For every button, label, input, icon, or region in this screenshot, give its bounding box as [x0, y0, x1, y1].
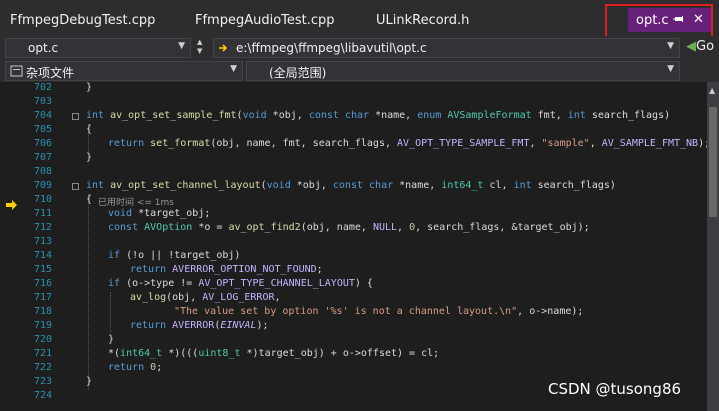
line-number: 716 — [33, 278, 52, 289]
chevron-down-icon: ▼ — [667, 64, 674, 74]
scope-combo[interactable]: (全局范围) ▼ — [246, 61, 680, 81]
line-number: 712 — [33, 222, 52, 233]
file-combo-value: opt.c — [28, 41, 59, 55]
watermark: CSDN @tusong86 — [548, 380, 682, 398]
line-number: 702 — [33, 82, 52, 93]
go-button[interactable]: ◀Go — [686, 39, 714, 54]
chevron-down-icon: ▼ — [178, 41, 185, 51]
line-number: 705 — [33, 124, 52, 135]
code-line: } — [86, 152, 93, 163]
scroll-up-icon[interactable]: ▲ — [709, 86, 715, 95]
line-number: 708 — [33, 166, 52, 177]
tab-ffmpegaudiotest[interactable]: FfmpegAudioTest.cpp — [195, 13, 335, 28]
code-line: { — [86, 124, 93, 135]
line-number: 721 — [33, 348, 52, 359]
line-number: 703 — [33, 96, 52, 107]
chevron-down-icon: ▼ — [667, 41, 674, 51]
vertical-scrollbar[interactable]: ▲ — [707, 82, 719, 411]
code-line: void *target_obj; — [108, 208, 211, 219]
line-number: 714 — [33, 250, 52, 261]
scope-combo-value: (全局范围) — [269, 66, 327, 80]
line-number: 720 — [33, 334, 52, 345]
perf-tip: 已用时间 <= 1ms — [98, 198, 174, 208]
project-combo-value: 杂项文件 — [26, 66, 75, 80]
scrollbar-thumb[interactable] — [709, 107, 717, 217]
code-line: if (!o || !target_obj) — [108, 250, 241, 261]
code-line: } — [108, 334, 115, 345]
code-line: av_log(obj, AV_LOG_ERROR, — [130, 292, 281, 303]
project-combo[interactable]: 杂项文件 ▼ — [5, 61, 243, 81]
code-line: *(int64_t *)(((uint8_t *)target_obj) + o… — [108, 348, 440, 359]
line-number: 717 — [33, 292, 52, 303]
tab-ffmpegdebugtest[interactable]: FfmpegDebugTest.cpp — [10, 13, 155, 28]
code-editor[interactable]: 702 703 704 705 706 707 708 709 710 711 … — [0, 82, 711, 411]
line-number: 707 — [33, 152, 52, 163]
code-line: int av_opt_set_channel_layout(void *obj,… — [86, 180, 616, 191]
line-number: 709 — [33, 180, 52, 191]
chevron-down-icon: ▼ — [230, 64, 237, 74]
code-line: { — [86, 194, 93, 205]
navigation-bar: opt.c ▼ ▲ ▼ e:\ffmpeg\ffmpeg\libavutil\o… — [0, 36, 719, 61]
indent-guide — [110, 292, 111, 332]
line-number: 713 — [33, 236, 52, 247]
line-number: 718 — [33, 306, 52, 317]
code-line: } — [86, 82, 93, 93]
fold-toggle[interactable] — [72, 113, 79, 120]
file-combo[interactable]: opt.c ▼ — [5, 38, 191, 58]
code-line: return set_format(obj, name, fmt, search… — [108, 138, 711, 149]
fold-toggle[interactable] — [72, 183, 79, 190]
current-statement-arrow-icon — [6, 195, 18, 214]
line-number-margin: 702 703 704 705 706 707 708 709 710 711 … — [0, 82, 58, 411]
code-line: return 0; — [108, 362, 163, 373]
line-number: 719 — [33, 320, 52, 331]
code-line: return AVERROR_OPTION_NOT_FOUND; — [130, 264, 323, 275]
line-number: 722 — [33, 362, 52, 373]
chevron-up-icon: ▲ — [197, 38, 203, 46]
line-number: 724 — [33, 390, 52, 401]
code-line: "The value set by option '%s' is not a c… — [174, 306, 584, 317]
tab-ulinkrecord[interactable]: ULinkRecord.h — [376, 13, 469, 28]
path-combo-value: e:\ffmpeg\ffmpeg\libavutil\opt.c — [236, 41, 427, 55]
updown-control[interactable]: ▲ ▼ — [194, 38, 210, 58]
path-combo[interactable]: e:\ffmpeg\ffmpeg\libavutil\opt.c ▼ — [213, 38, 680, 58]
line-number: 704 — [33, 110, 52, 121]
line-number: 723 — [33, 376, 52, 387]
code-line: if (o->type != AV_OPT_TYPE_CHANNEL_LAYOU… — [108, 278, 373, 289]
chevron-down-icon: ▼ — [197, 47, 203, 55]
indent-guide — [88, 194, 89, 390]
scope-bar: 杂项文件 ▼ (全局范围) ▼ — [0, 60, 719, 82]
misc-files-icon — [10, 64, 24, 78]
code-line: const AVOption *o = av_opt_find2(obj, na… — [108, 222, 590, 233]
line-number: 706 — [33, 138, 52, 149]
line-number: 715 — [33, 264, 52, 275]
path-nav-icon — [218, 41, 232, 55]
go-arrow-icon: ◀ — [686, 39, 696, 54]
go-label: Go — [696, 39, 715, 54]
code-line: return AVERROR(EINVAL); — [130, 320, 269, 331]
code-line: int av_opt_set_sample_fmt(void *obj, con… — [86, 110, 671, 121]
code-line: } — [86, 376, 93, 387]
